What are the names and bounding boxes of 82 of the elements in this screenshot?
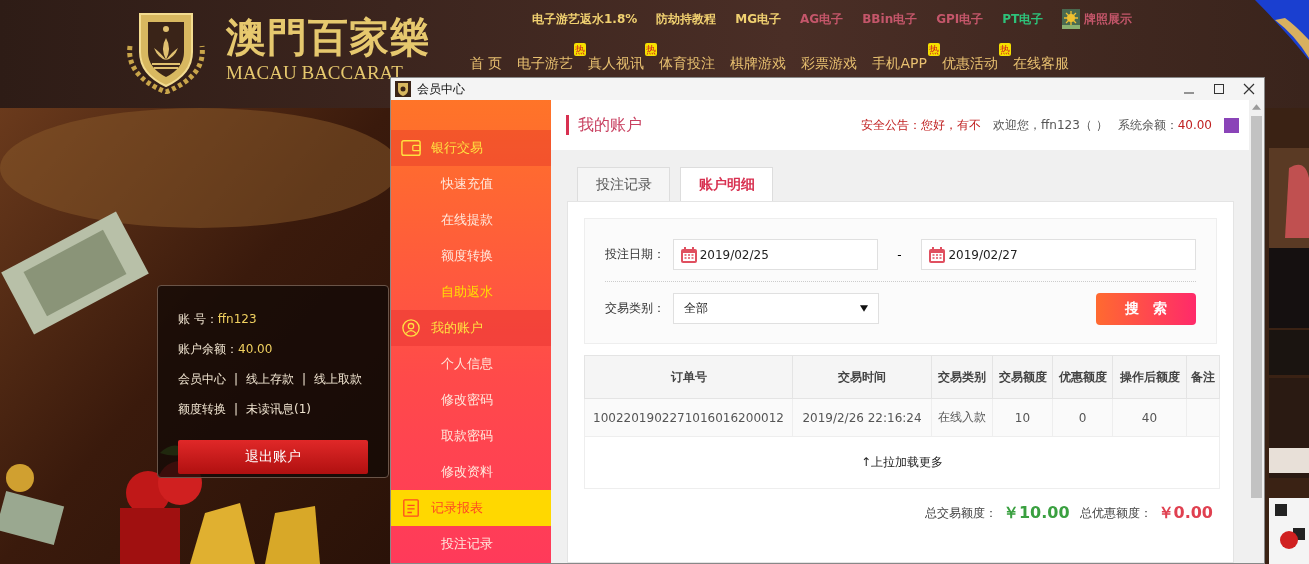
nav-link[interactable]: 真人视讯 — [588, 55, 645, 71]
logo-subtitle: MACAU BACCARAT — [226, 62, 404, 84]
nav-link[interactable]: 体育投注 — [659, 55, 716, 71]
group-label: 银行交易 — [431, 139, 483, 157]
top-link[interactable]: 防劫持教程 — [656, 10, 717, 28]
field-label: 账户余额： — [178, 340, 238, 358]
user-icon — [401, 319, 421, 337]
calendar-icon — [679, 245, 698, 264]
square-icon[interactable] — [1224, 117, 1239, 133]
field-value: ffn123 — [217, 312, 257, 326]
corner-ribbon-drawing — [1255, 0, 1309, 60]
nav-link[interactable]: 在线客服 — [1012, 55, 1069, 71]
nav-link[interactable]: 彩票游戏 — [801, 55, 858, 71]
caret-icon — [860, 305, 868, 312]
range-separator: - — [896, 247, 903, 262]
separator: | — [302, 372, 307, 386]
tab[interactable]: 投注记录 — [577, 167, 670, 201]
group-label: 记录报表 — [431, 499, 483, 517]
group-label: 我的账户 — [431, 319, 483, 337]
field-label: 投注日期： — [605, 246, 666, 263]
table-cell: 0 — [1052, 398, 1113, 437]
top-link[interactable]: 电子游艺返水1.8% — [532, 10, 638, 28]
logout-button[interactable]: 退出账户 — [178, 440, 368, 474]
nav-link[interactable]: 电子游艺 — [517, 55, 574, 71]
hot-badge: 热 — [998, 43, 1011, 56]
account-link[interactable]: 额度转换 — [178, 400, 226, 418]
table-cell: 40 — [1112, 398, 1187, 437]
nav-link[interactable]: 棋牌游戏 — [730, 55, 787, 71]
column-header: 操作后额度 — [1112, 355, 1187, 399]
account-link[interactable]: 未读讯息(1) — [246, 400, 312, 418]
table-cell: 10 — [992, 398, 1053, 437]
top-link[interactable]: PT电子 — [1002, 10, 1044, 28]
column-header: 订单号 — [584, 355, 793, 399]
total-label: 总优惠额度： — [1079, 505, 1152, 522]
sun-icon[interactable] — [1062, 9, 1081, 29]
report-icon — [401, 499, 421, 517]
load-more-link[interactable]: ↑上拉加载更多 — [860, 455, 944, 469]
calendar-icon — [928, 245, 947, 264]
separator: | — [234, 372, 239, 386]
nav-link[interactable]: 首 页 — [470, 55, 503, 71]
window-title: 会员中心 — [417, 80, 465, 98]
close-icon — [1243, 83, 1255, 95]
column-header: 交易额度 — [992, 355, 1053, 399]
column-header: 优惠额度 — [1052, 355, 1113, 399]
balance-value: 40.00 — [1177, 118, 1212, 132]
total-value: ￥10.00 — [1002, 503, 1070, 524]
welcome-text: 欢迎您，ffn123（ ） — [993, 116, 1108, 134]
scroll-up-icon — [1252, 104, 1261, 110]
separator: | — [234, 402, 239, 416]
total-value: ￥0.00 — [1157, 503, 1213, 524]
minimize-icon — [1184, 92, 1194, 94]
hot-badge: 热 — [574, 43, 587, 56]
nav-link[interactable]: 优惠活动 — [941, 55, 998, 71]
maximize-icon — [1213, 83, 1225, 95]
column-header: 交易时间 — [792, 355, 932, 399]
tab[interactable]: 账户明细 — [680, 167, 773, 201]
total-label: 总交易额度： — [924, 505, 997, 522]
nav-link[interactable]: 手机APP — [872, 55, 927, 71]
scrollbar[interactable] — [1249, 100, 1264, 563]
type-dropdown[interactable]: 全部 — [673, 293, 879, 324]
shield-logo-icon — [395, 81, 411, 97]
column-header: 交易类别 — [931, 355, 993, 399]
hot-badge: 热 — [927, 43, 940, 56]
hot-badge: 热 — [645, 43, 658, 56]
table-cell: 2019/2/26 22:16:24 — [792, 398, 932, 437]
field-value: 40.00 — [238, 342, 273, 356]
account-link[interactable]: 会员中心 — [178, 370, 226, 388]
column-header: 备注 — [1186, 355, 1220, 399]
top-link[interactable]: MG电子 — [735, 10, 782, 28]
field-label: 账 号： — [178, 310, 218, 328]
logo-title: 澳門百家樂 — [226, 12, 431, 62]
page-title: 我的账户 — [578, 114, 642, 136]
table-cell: 在线入款 — [931, 398, 993, 437]
account-link[interactable]: 线上存款 — [246, 370, 295, 388]
table-cell: 1002201902271016016200012 — [584, 398, 793, 437]
date-field[interactable]: 2019/02/25 — [672, 239, 878, 270]
account-link[interactable]: 线上取款 — [314, 370, 363, 388]
date-field[interactable]: 2019/02/27 — [921, 239, 1196, 270]
field-label: 交易类别： — [605, 300, 666, 317]
security-notice: 安全公告：您好，有不 — [861, 116, 982, 134]
wallet-icon — [401, 139, 421, 157]
balance-label: 系统余额： — [1117, 116, 1178, 134]
